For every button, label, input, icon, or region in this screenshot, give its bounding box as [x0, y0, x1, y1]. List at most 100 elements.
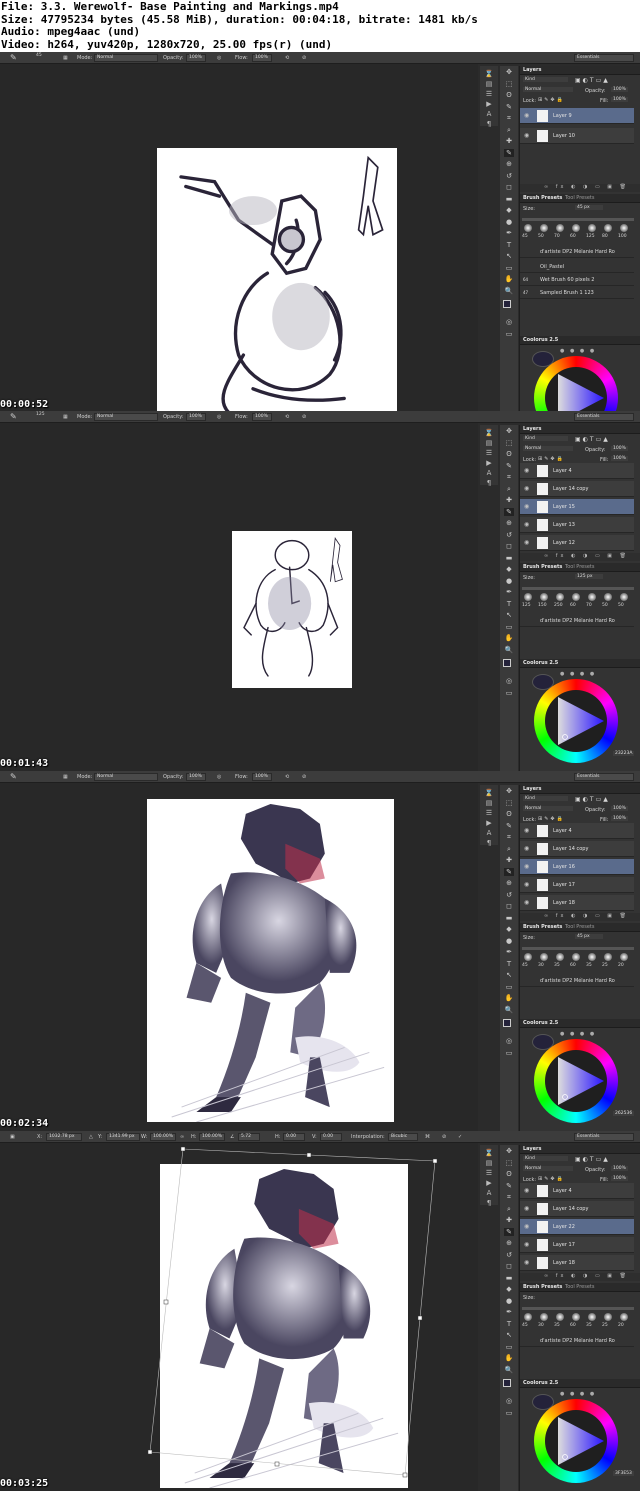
coolorus-panel-tab[interactable]: Coolorus 2.5 — [520, 659, 640, 668]
clone-stamp-tool-icon[interactable]: ⊕ — [504, 160, 514, 168]
brush-tool-icon[interactable]: ✎ — [504, 867, 514, 876]
brush-tip-preview[interactable] — [556, 593, 564, 601]
healing-tool-icon[interactable]: ✚ — [504, 496, 514, 504]
kind-filter-select[interactable]: Kind — [523, 436, 568, 441]
brush-tip-preview[interactable] — [572, 593, 580, 601]
brush-tool-icon[interactable]: ✎ — [10, 53, 17, 62]
layer-opacity-field[interactable]: 100% — [611, 446, 628, 451]
fill-field[interactable]: 100% — [611, 456, 628, 461]
foreground-color-swatch[interactable] — [503, 300, 511, 308]
shape-tool-icon[interactable]: ▭ — [504, 264, 514, 272]
visibility-eye-icon[interactable]: ◉ — [524, 827, 529, 834]
opacity-field[interactable]: 100% — [186, 54, 206, 62]
brush-size-slider[interactable] — [522, 1307, 634, 1310]
hex-color-value[interactable]: 23223A — [613, 751, 635, 756]
brush-tip-preview[interactable] — [540, 593, 548, 601]
actions-icon[interactable]: ▤ — [484, 439, 494, 447]
history-brush-tool-icon[interactable]: ↺ — [504, 531, 514, 539]
marquee-tool-icon[interactable]: ⬚ — [504, 1159, 514, 1167]
tool-presets-tab[interactable]: Tool Presets — [565, 195, 595, 201]
history-brush-tool-icon[interactable]: ↺ — [504, 172, 514, 180]
brush-size-slider[interactable] — [522, 947, 634, 950]
eraser-tool-icon[interactable]: ◻ — [504, 902, 514, 910]
quick-mask-icon[interactable]: ◎ — [504, 677, 514, 685]
clone-stamp-tool-icon[interactable]: ⊕ — [504, 879, 514, 887]
healing-tool-icon[interactable]: ✚ — [504, 1216, 514, 1224]
brush-tip-preview[interactable] — [604, 593, 612, 601]
brush-tool-icon[interactable]: ✎ — [504, 148, 514, 157]
screen-mode-icon[interactable]: ▭ — [504, 330, 514, 338]
actions-icon[interactable]: ▤ — [484, 799, 494, 807]
quick-select-tool-icon[interactable]: ✎ — [504, 103, 514, 111]
move-tool-icon[interactable]: ✥ — [504, 1147, 514, 1155]
blend-mode-select[interactable]: Normal — [523, 1166, 573, 1171]
airbrush-icon[interactable]: ⟲ — [285, 55, 289, 61]
brush-preset-row[interactable]: d'artiste DP2 Mélanie Hard Ro — [520, 975, 634, 987]
brush-tip-preview[interactable] — [588, 224, 596, 232]
type-tool-icon[interactable]: T — [504, 241, 514, 249]
brush-tool-icon[interactable]: ✎ — [10, 772, 17, 781]
visibility-eye-icon[interactable]: ◉ — [524, 881, 529, 888]
layer-row[interactable]: ◉ Layer 17 — [520, 1237, 634, 1253]
layer-row[interactable]: ◉ Layer 16 — [520, 859, 634, 875]
visibility-eye-icon[interactable]: ◉ — [524, 539, 529, 546]
pen-tool-icon[interactable]: ✒ — [504, 948, 514, 956]
gradient-tool-icon[interactable]: ▬ — [504, 195, 514, 203]
brush-preset-row[interactable]: d'artiste DP2 Mélanie Hard Ro — [520, 1335, 634, 1347]
brush-tip-preview[interactable] — [620, 953, 628, 961]
path-select-tool-icon[interactable]: ↖ — [504, 971, 514, 979]
brush-presets-tab[interactable]: Brush Presets Tool Presets — [520, 1283, 640, 1292]
visibility-eye-icon[interactable]: ◉ — [524, 1187, 529, 1194]
airbrush-icon[interactable]: ⟲ — [285, 414, 289, 420]
brush-preset-row[interactable]: 47 Sampled Brush 1 123 — [520, 287, 634, 299]
brush-tool-icon[interactable]: ✎ — [504, 1227, 514, 1236]
brush-tool-icon[interactable]: ✎ — [504, 507, 514, 516]
lock-icons[interactable]: ⊞✎✥🔒 — [538, 816, 565, 822]
saturation-triangle[interactable] — [534, 1399, 618, 1483]
quick-select-tool-icon[interactable]: ✎ — [504, 462, 514, 470]
layer-row[interactable]: ◉ Layer 9 — [520, 108, 634, 124]
visibility-eye-icon[interactable]: ◉ — [524, 132, 529, 139]
shape-tool-icon[interactable]: ▭ — [504, 623, 514, 631]
character-icon[interactable]: A — [484, 1189, 494, 1197]
brush-panel-icon[interactable]: ▦ — [63, 414, 68, 420]
pressure-opacity-icon[interactable]: ◎ — [217, 414, 221, 420]
layer-opacity-field[interactable]: 100% — [611, 1166, 628, 1171]
fill-field[interactable]: 100% — [611, 1176, 628, 1181]
blend-mode-select[interactable]: Normal — [523, 87, 573, 92]
coolorus-mode-icons[interactable]: ● ● ● ● — [560, 1031, 596, 1037]
brush-size-slider[interactable] — [522, 218, 634, 221]
coolorus-panel-tab[interactable]: Coolorus 2.5 — [520, 1019, 640, 1028]
kind-filter-select[interactable]: Kind — [523, 796, 568, 801]
brush-tip-preview[interactable] — [620, 593, 628, 601]
brush-tip-preview[interactable] — [524, 224, 532, 232]
shape-tool-icon[interactable]: ▭ — [504, 1343, 514, 1351]
layer-row[interactable]: ◉ Layer 12 — [520, 535, 634, 551]
lasso-tool-icon[interactable]: ʘ — [504, 450, 514, 458]
pen-tool-icon[interactable]: ✒ — [504, 1308, 514, 1316]
brush-preset-row[interactable]: d'artiste DP2 Mélanie Hard Ro — [520, 615, 634, 627]
layers-panel-tab[interactable]: Layers — [520, 1145, 640, 1154]
hex-color-value[interactable]: 262536 — [613, 1111, 635, 1116]
angle-field[interactable]: 5.72 — [238, 1133, 260, 1141]
paragraph-icon[interactable]: ¶ — [484, 120, 494, 128]
foreground-color-swatch[interactable] — [503, 1019, 511, 1027]
brush-tip-preview[interactable] — [524, 1313, 532, 1321]
dodge-tool-icon[interactable]: ● — [504, 937, 514, 945]
path-select-tool-icon[interactable]: ↖ — [504, 1331, 514, 1339]
brush-panel-icon[interactable]: ▦ — [63, 774, 68, 780]
play-icon[interactable]: ▶ — [484, 459, 494, 467]
zoom-tool-icon[interactable]: 🔍 — [504, 646, 514, 654]
pen-tool-icon[interactable]: ✒ — [504, 229, 514, 237]
screen-mode-icon[interactable]: ▭ — [504, 689, 514, 697]
brush-tool-icon[interactable]: ✎ — [10, 412, 17, 421]
brush-size-field[interactable]: 45 px — [575, 205, 603, 210]
saturation-triangle[interactable] — [534, 679, 618, 763]
mode-select[interactable]: Normal — [94, 54, 158, 62]
layers-panel-tab[interactable]: Layers — [520, 425, 640, 434]
hand-tool-icon[interactable]: ✋ — [504, 275, 514, 283]
crop-tool-icon[interactable]: ⌗ — [504, 1193, 514, 1201]
foreground-color-swatch[interactable] — [503, 659, 511, 667]
warp-icon[interactable]: ⌘ — [425, 1134, 430, 1140]
blur-tool-icon[interactable]: ◆ — [504, 206, 514, 214]
